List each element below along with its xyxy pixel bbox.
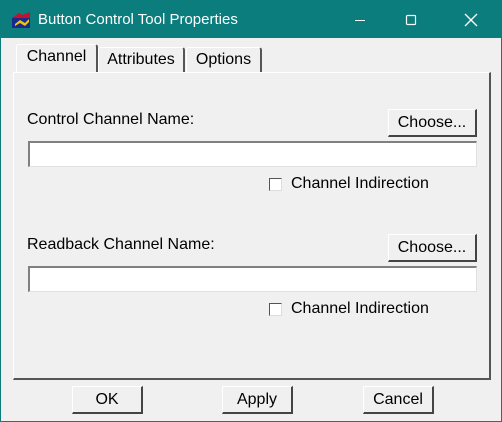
control-choose-button[interactable]: Choose... xyxy=(388,109,477,137)
readback-indirection-checkbox[interactable] xyxy=(269,303,282,316)
tab-options[interactable]: Options xyxy=(186,47,262,72)
tab-attributes[interactable]: Attributes xyxy=(98,47,185,72)
maximize-button[interactable] xyxy=(388,1,434,38)
readback-indirection-label: Channel Indirection xyxy=(291,300,429,317)
window-title: Button Control Tool Properties xyxy=(38,11,238,28)
readback-channel-input[interactable] xyxy=(28,266,477,292)
readback-channel-label: Readback Channel Name: xyxy=(27,236,215,253)
apply-button[interactable]: Apply xyxy=(222,386,293,414)
title-bar[interactable]: Button Control Tool Properties xyxy=(1,1,501,38)
close-button[interactable] xyxy=(448,1,494,38)
control-channel-label: Control Channel Name: xyxy=(27,111,195,128)
minimize-icon xyxy=(355,19,365,21)
tab-channel[interactable]: Channel xyxy=(16,44,98,72)
channel-panel: Control Channel Name: Choose... Channel … xyxy=(13,72,491,380)
app-icon xyxy=(12,12,30,28)
minimize-button[interactable] xyxy=(337,1,383,38)
ok-button[interactable]: OK xyxy=(72,386,143,414)
maximize-icon xyxy=(405,14,417,25)
control-indirection-label: Channel Indirection xyxy=(291,175,429,192)
close-icon xyxy=(464,13,478,26)
cancel-button[interactable]: Cancel xyxy=(363,386,434,414)
control-indirection-checkbox[interactable] xyxy=(269,178,282,191)
readback-choose-button[interactable]: Choose... xyxy=(388,234,477,262)
control-channel-input[interactable] xyxy=(28,141,477,167)
properties-window: Button Control Tool Properties Channel A… xyxy=(0,0,502,422)
